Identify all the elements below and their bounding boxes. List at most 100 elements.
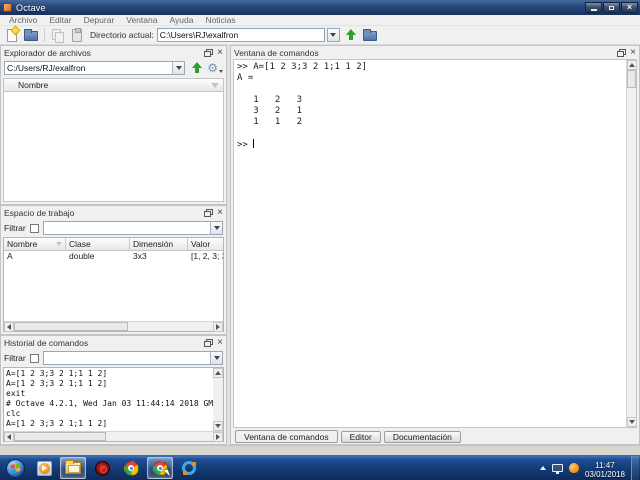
scrollbar-thumb[interactable]: [14, 322, 128, 331]
scrollbar-track[interactable]: [627, 88, 636, 417]
taskbar-media-player-button[interactable]: [31, 457, 57, 479]
column-header-dimension[interactable]: Dimensión: [130, 238, 188, 250]
workspace-filter-combobox[interactable]: [43, 221, 223, 235]
copy-button[interactable]: [50, 27, 66, 43]
taskbar-clock[interactable]: 11:47 03/01/2018: [585, 458, 625, 479]
list-item[interactable]: A=[1 2 3;3 2 1;1 1 2]: [6, 419, 211, 429]
history-title-bar[interactable]: Historial de comandos ×: [1, 336, 226, 349]
list-item[interactable]: exit: [6, 389, 211, 399]
explorer-path-dropdown[interactable]: [172, 62, 184, 74]
tab-command-window[interactable]: Ventana de comandos: [235, 430, 338, 443]
scroll-left-button[interactable]: [4, 432, 14, 442]
scroll-right-button[interactable]: [213, 322, 223, 332]
minimize-button[interactable]: [585, 2, 602, 13]
command-window-title-bar[interactable]: Ventana de comandos ×: [231, 46, 639, 59]
taskbar-remote-desktop-button[interactable]: [147, 457, 173, 479]
command-window-vertical-scrollbar[interactable]: [626, 60, 636, 427]
new-script-button[interactable]: [4, 27, 20, 43]
scrollbar-thumb[interactable]: [14, 432, 106, 441]
taskbar-explorer-button[interactable]: [60, 457, 86, 479]
scrollbar-track[interactable]: [106, 432, 213, 441]
window-title: Octave: [16, 3, 46, 13]
paste-button[interactable]: [69, 27, 85, 43]
list-item[interactable]: A=[1 2 3;3 2 1;1 1 2]: [6, 369, 211, 379]
network-tray-icon[interactable]: [552, 464, 563, 472]
undock-icon[interactable]: [617, 49, 626, 57]
taskbar-chrome-button[interactable]: [118, 457, 144, 479]
scroll-right-button[interactable]: [213, 432, 223, 442]
history-filter-dropdown[interactable]: [210, 352, 222, 364]
antivirus-tray-icon[interactable]: [568, 462, 579, 473]
menu-archivo[interactable]: Archivo: [3, 15, 43, 25]
menu-ventana[interactable]: Ventana: [120, 15, 163, 25]
column-header-nombre[interactable]: Nombre: [4, 238, 66, 250]
menu-depurar[interactable]: Depurar: [78, 15, 121, 25]
scrollbar-track[interactable]: [128, 322, 213, 331]
list-item[interactable]: A=[1 2 3;3 2 1;1 1 2]: [6, 379, 211, 389]
tab-documentation[interactable]: Documentación: [384, 431, 461, 443]
column-header-valor[interactable]: Valor: [188, 238, 223, 250]
explorer-file-list[interactable]: [3, 92, 224, 202]
browse-directory-button[interactable]: [362, 27, 378, 43]
command-prompt[interactable]: >>: [237, 139, 623, 151]
scroll-up-button[interactable]: [627, 60, 637, 70]
workspace-title: Espacio de trabajo: [4, 208, 74, 218]
scroll-up-button[interactable]: [213, 368, 223, 378]
directory-dropdown-button[interactable]: [327, 28, 340, 42]
history-filter-checkbox[interactable]: [30, 354, 39, 363]
workspace-filter-checkbox[interactable]: [30, 224, 39, 233]
close-icon[interactable]: ×: [217, 48, 223, 58]
title-bar[interactable]: Octave ×: [0, 0, 640, 15]
list-item[interactable]: clc: [6, 409, 211, 419]
history-filter-label: Filtrar: [4, 353, 26, 363]
show-hidden-icons-button[interactable]: [540, 466, 546, 470]
history-list[interactable]: A=[1 2 3;3 2 1;1 1 2] A=[1 2 3;3 2 1;1 1…: [4, 368, 213, 431]
close-icon[interactable]: ×: [630, 48, 636, 58]
scrollbar-thumb[interactable]: [627, 70, 636, 88]
window-bottom-edge: [0, 445, 640, 455]
column-header-clase[interactable]: Clase: [66, 238, 130, 250]
close-icon[interactable]: ×: [217, 338, 223, 348]
main-toolbar: Directorio actual:: [0, 26, 640, 45]
scroll-left-button[interactable]: [4, 322, 14, 332]
history-filter-combobox[interactable]: [43, 351, 223, 365]
menu-ayuda[interactable]: Ayuda: [163, 15, 199, 25]
workspace-title-bar[interactable]: Espacio de trabajo ×: [1, 206, 226, 219]
undock-icon[interactable]: [204, 339, 213, 347]
history-vertical-scrollbar[interactable]: [213, 368, 223, 431]
main-area: Explorador de archivos × C:/Users/RJ/exa…: [0, 45, 640, 445]
workspace-horizontal-scrollbar[interactable]: [4, 321, 223, 331]
undock-icon[interactable]: [204, 209, 213, 217]
file-explorer-title-bar[interactable]: Explorador de archivos ×: [1, 46, 226, 59]
explorer-actions-button[interactable]: ⚙: [207, 62, 223, 74]
current-directory-input[interactable]: [157, 28, 325, 42]
open-file-button[interactable]: [23, 27, 39, 43]
table-row[interactable]: A double 3x3 [1, 2, 3; 3: [4, 251, 223, 263]
explorer-up-button[interactable]: [188, 60, 204, 76]
menu-noticias[interactable]: Noticias: [199, 15, 241, 25]
directory-up-button[interactable]: [343, 27, 359, 43]
workspace-filter-dropdown[interactable]: [210, 222, 222, 234]
command-window-output[interactable]: >> A=[1 2 3;3 2 1;1 1 2] A = 1 2 3 3 2 1…: [234, 60, 626, 427]
taskbar-blue-ring-app-button[interactable]: [176, 457, 202, 479]
taskbar-red-app-button[interactable]: [89, 457, 115, 479]
menu-editar[interactable]: Editar: [43, 15, 77, 25]
restore-button[interactable]: [603, 2, 620, 13]
scrollbar-track[interactable]: [213, 378, 223, 421]
scroll-down-button[interactable]: [213, 421, 223, 431]
explorer-path-combobox[interactable]: C:/Users/RJ/exalfron: [4, 61, 185, 75]
explorer-column-header[interactable]: Nombre: [3, 78, 224, 92]
scroll-down-button[interactable]: [627, 417, 637, 427]
media-player-icon: [37, 461, 52, 476]
start-button[interactable]: [2, 457, 28, 479]
workspace-panel: Espacio de trabajo × Filtrar: [0, 205, 227, 335]
menu-bar: Archivo Editar Depurar Ventana Ayuda Not…: [0, 15, 640, 26]
arrow-left-icon: [7, 324, 11, 330]
close-icon[interactable]: ×: [217, 208, 223, 218]
show-desktop-button[interactable]: [631, 456, 639, 480]
undock-icon[interactable]: [204, 49, 213, 57]
close-button[interactable]: ×: [621, 2, 638, 13]
tab-editor[interactable]: Editor: [341, 431, 381, 443]
list-item[interactable]: # Octave 4.2.1, Wed Jan 03 11:44:14 2018…: [6, 399, 211, 409]
history-horizontal-scrollbar[interactable]: [4, 431, 223, 441]
